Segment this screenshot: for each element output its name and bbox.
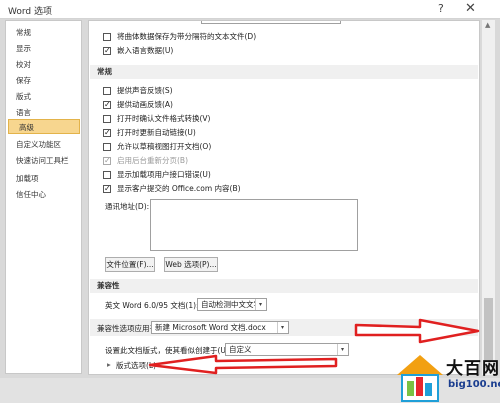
watermark-domain: big100.net bbox=[448, 379, 500, 390]
watermark-brand: 大百网 bbox=[446, 359, 500, 379]
house-logo-icon bbox=[397, 355, 443, 402]
watermark-logo: 大百网 big100.net bbox=[393, 352, 500, 403]
annotation-arrow-right bbox=[354, 318, 480, 344]
annotation-arrows bbox=[148, 318, 480, 375]
annotation-arrow-left bbox=[148, 354, 338, 375]
